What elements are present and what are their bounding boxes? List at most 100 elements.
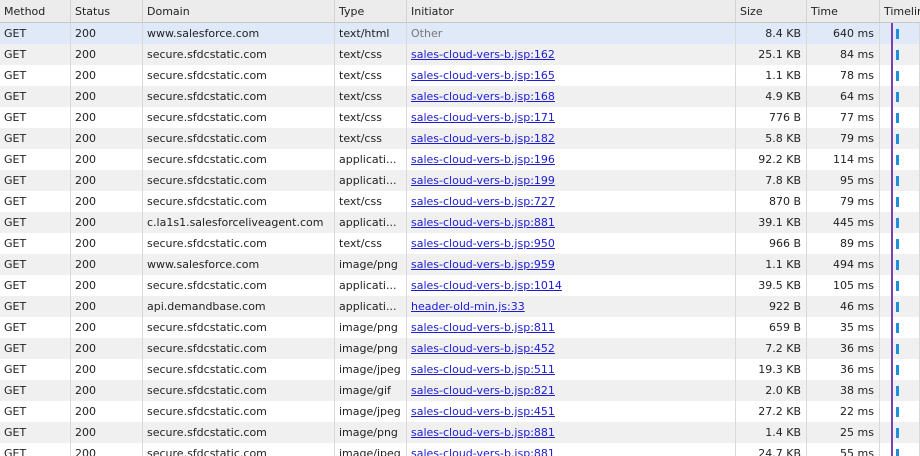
- table-row[interactable]: GET 200 c.la1s1.salesforceliveagent.com app…: [0, 212, 920, 233]
- table-row[interactable]: GET 200 secure.sfdcstatic.com image/jpeg sal…: [0, 401, 920, 422]
- initiator-link-text[interactable]: sales-cloud-vers-b.jsp:182: [411, 132, 555, 145]
- column-header-timeline[interactable]: Timeline: [880, 0, 920, 22]
- initiator-link: sales-cloud-vers-b.jsp:168: [407, 86, 736, 107]
- initiator-link-text[interactable]: sales-cloud-vers-b.jsp:821: [411, 384, 555, 397]
- table-row[interactable]: GET 200 secure.sfdcstatic.com text/css sales…: [0, 86, 920, 107]
- cell-time: 95 ms: [807, 170, 880, 191]
- table-row[interactable]: GET 200 secure.sfdcstatic.com applicati... s…: [0, 170, 920, 191]
- cell-timeline: [880, 212, 920, 233]
- cell-domain: www.salesforce.com: [143, 254, 335, 275]
- initiator-link-text[interactable]: sales-cloud-vers-b.jsp:199: [411, 174, 555, 187]
- initiator-link: sales-cloud-vers-b.jsp:162: [407, 44, 736, 65]
- column-header-size[interactable]: Size: [736, 0, 807, 22]
- cell-status: 200: [71, 443, 143, 456]
- cell-type: image/jpeg: [335, 401, 407, 422]
- cell-domain: secure.sfdcstatic.com: [143, 317, 335, 338]
- cell-size: 8.4 KB: [736, 23, 807, 44]
- initiator-link-text[interactable]: sales-cloud-vers-b.jsp:811: [411, 321, 555, 334]
- column-header-initiator[interactable]: Initiator: [407, 0, 736, 22]
- initiator-link-text[interactable]: sales-cloud-vers-b.jsp:168: [411, 90, 555, 103]
- initiator-link-text[interactable]: sales-cloud-vers-b.jsp:452: [411, 342, 555, 355]
- table-row[interactable]: GET 200 secure.sfdcstatic.com text/css sales…: [0, 44, 920, 65]
- table-row[interactable]: GET 200 secure.sfdcstatic.com text/css sales…: [0, 191, 920, 212]
- initiator-link: sales-cloud-vers-b.jsp:171: [407, 107, 736, 128]
- table-row[interactable]: GET 200 secure.sfdcstatic.com image/png sale…: [0, 338, 920, 359]
- cell-time: 114 ms: [807, 149, 880, 170]
- cell-type: text/css: [335, 107, 407, 128]
- timeline-bar: [896, 197, 899, 207]
- cell-size: 92.2 KB: [736, 149, 807, 170]
- cell-timeline: [880, 44, 920, 65]
- column-header-type[interactable]: Type: [335, 0, 407, 22]
- timeline-bar: [896, 386, 899, 396]
- cell-timeline: [880, 401, 920, 422]
- cell-domain: secure.sfdcstatic.com: [143, 359, 335, 380]
- table-row[interactable]: GET 200 secure.sfdcstatic.com text/css sales…: [0, 128, 920, 149]
- cell-status: 200: [71, 191, 143, 212]
- initiator-link-text[interactable]: sales-cloud-vers-b.jsp:881: [411, 426, 555, 439]
- table-row[interactable]: GET 200 api.demandbase.com applicati... head…: [0, 296, 920, 317]
- cell-timeline: [880, 317, 920, 338]
- initiator-link: sales-cloud-vers-b.jsp:451: [407, 401, 736, 422]
- cell-size: 5.8 KB: [736, 128, 807, 149]
- initiator-link-text[interactable]: sales-cloud-vers-b.jsp:165: [411, 69, 555, 82]
- cell-size: 39.1 KB: [736, 212, 807, 233]
- table-row[interactable]: GET 200 secure.sfdcstatic.com text/css sales…: [0, 233, 920, 254]
- initiator-link-text[interactable]: sales-cloud-vers-b.jsp:162: [411, 48, 555, 61]
- cell-time: 78 ms: [807, 65, 880, 86]
- cell-type: image/jpeg: [335, 443, 407, 456]
- timeline-bar: [896, 134, 899, 144]
- table-row[interactable]: GET 200 www.salesforce.com image/png sales-c…: [0, 254, 920, 275]
- cell-time: 640 ms: [807, 23, 880, 44]
- column-header-status[interactable]: Status: [71, 0, 143, 22]
- initiator-link-text[interactable]: sales-cloud-vers-b.jsp:451: [411, 405, 555, 418]
- initiator-link-text[interactable]: sales-cloud-vers-b.jsp:881: [411, 216, 555, 229]
- cell-status: 200: [71, 422, 143, 443]
- cell-type: text/css: [335, 44, 407, 65]
- table-row[interactable]: GET 200 secure.sfdcstatic.com applicati... s…: [0, 275, 920, 296]
- cell-time: 55 ms: [807, 443, 880, 456]
- initiator-link: sales-cloud-vers-b.jsp:1014: [407, 275, 736, 296]
- table-row[interactable]: GET 200 secure.sfdcstatic.com applicati... s…: [0, 149, 920, 170]
- column-header-time[interactable]: Time: [807, 0, 880, 22]
- initiator-link-text[interactable]: sales-cloud-vers-b.jsp:950: [411, 237, 555, 250]
- timeline-bar: [896, 407, 899, 417]
- cell-method: GET: [0, 212, 71, 233]
- cell-type: image/png: [335, 338, 407, 359]
- cell-size: 659 B: [736, 317, 807, 338]
- column-header-domain[interactable]: Domain: [143, 0, 335, 22]
- table-row[interactable]: GET 200 secure.sfdcstatic.com text/css sales…: [0, 65, 920, 86]
- initiator-link-text[interactable]: sales-cloud-vers-b.jsp:959: [411, 258, 555, 271]
- table-row[interactable]: GET 200 secure.sfdcstatic.com image/png sale…: [0, 422, 920, 443]
- initiator-link-text[interactable]: sales-cloud-vers-b.jsp:727: [411, 195, 555, 208]
- cell-domain: secure.sfdcstatic.com: [143, 422, 335, 443]
- cell-timeline: [880, 254, 920, 275]
- timeline-bar: [896, 281, 899, 291]
- initiator-link-text[interactable]: sales-cloud-vers-b.jsp:196: [411, 153, 555, 166]
- cell-size: 27.2 KB: [736, 401, 807, 422]
- cell-method: GET: [0, 422, 71, 443]
- table-row[interactable]: GET 200 www.salesforce.com text/html Other 8.…: [0, 23, 920, 44]
- cell-method: GET: [0, 338, 71, 359]
- table-row[interactable]: GET 200 secure.sfdcstatic.com image/png sale…: [0, 317, 920, 338]
- cell-size: 776 B: [736, 107, 807, 128]
- table-row[interactable]: GET 200 secure.sfdcstatic.com image/jpeg sal…: [0, 443, 920, 456]
- cell-method: GET: [0, 191, 71, 212]
- cell-domain: secure.sfdcstatic.com: [143, 338, 335, 359]
- initiator-link-text[interactable]: sales-cloud-vers-b.jsp:511: [411, 363, 555, 376]
- initiator-link-text[interactable]: sales-cloud-vers-b.jsp:1014: [411, 279, 562, 292]
- cell-status: 200: [71, 317, 143, 338]
- table-body: GET 200 www.salesforce.com text/html Other 8.…: [0, 23, 920, 456]
- initiator-link-text[interactable]: sales-cloud-vers-b.jsp:881: [411, 447, 555, 456]
- column-header-method[interactable]: Method: [0, 0, 71, 22]
- cell-status: 200: [71, 401, 143, 422]
- cell-timeline: [880, 275, 920, 296]
- table-row[interactable]: GET 200 secure.sfdcstatic.com image/jpeg sal…: [0, 359, 920, 380]
- initiator-link: sales-cloud-vers-b.jsp:881: [407, 212, 736, 233]
- table-row[interactable]: GET 200 secure.sfdcstatic.com text/css sales…: [0, 107, 920, 128]
- table-row[interactable]: GET 200 secure.sfdcstatic.com image/gif sale…: [0, 380, 920, 401]
- initiator-link-text[interactable]: sales-cloud-vers-b.jsp:171: [411, 111, 555, 124]
- cell-type: image/png: [335, 254, 407, 275]
- initiator-link-text[interactable]: header-old-min.js:33: [411, 300, 525, 313]
- cell-time: 445 ms: [807, 212, 880, 233]
